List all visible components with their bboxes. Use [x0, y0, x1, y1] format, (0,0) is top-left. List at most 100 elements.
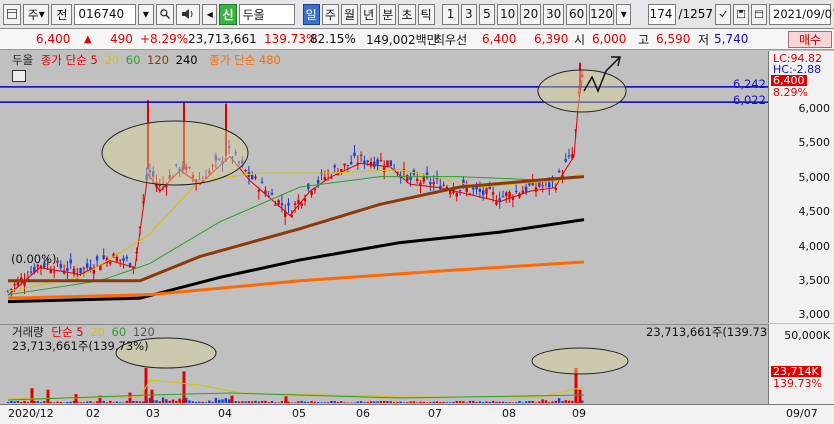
- stock-code-input[interactable]: 016740: [74, 3, 137, 25]
- volume-bar: [435, 401, 439, 403]
- volume-bar: [79, 402, 82, 403]
- calendar-icon[interactable]: [751, 3, 767, 25]
- volume-bar: [142, 401, 145, 403]
- volume-bar: [356, 401, 359, 403]
- interval-60[interactable]: 60: [566, 3, 588, 25]
- candle-body: [270, 192, 274, 195]
- candle-body: [333, 165, 336, 168]
- period-week[interactable]: 주: [321, 3, 339, 25]
- volume-bar: [175, 400, 178, 403]
- candle-body: [548, 182, 551, 188]
- price-axis[interactable]: LC:94.82 HC:-2.88 6,400 8.29% 6,000 5,50…: [768, 51, 834, 323]
- candle-body: [109, 262, 112, 264]
- candle-body: [564, 159, 567, 162]
- volume-bar: [36, 401, 39, 403]
- candle-body: [567, 155, 571, 157]
- candle-body: [508, 191, 511, 198]
- period-minute[interactable]: 분: [379, 3, 397, 25]
- period-second[interactable]: 초: [398, 3, 416, 25]
- x-tick-right: 09/07: [786, 407, 818, 420]
- bar-count-total: /1257: [678, 7, 713, 21]
- volume-bar: [194, 401, 198, 403]
- date-input[interactable]: 2021/09/07: [769, 3, 834, 25]
- candle-body: [290, 215, 293, 218]
- legend-stock-name: 두올: [12, 53, 34, 67]
- code-dropdown-icon[interactable]: ▾: [138, 3, 154, 25]
- candle-body: [274, 204, 277, 206]
- volume-bar: [6, 401, 10, 403]
- volume-bar: [112, 402, 115, 403]
- interval-3[interactable]: 3: [460, 3, 477, 25]
- y-tick: 3,000: [798, 308, 831, 321]
- interval-1[interactable]: 1: [442, 3, 459, 25]
- x-tick: 08: [502, 407, 516, 420]
- chart-layout-icon[interactable]: [3, 3, 21, 25]
- volume-bar: [247, 401, 251, 403]
- volume-axis-top: 50,000K: [784, 329, 830, 342]
- mode-select[interactable]: 전: [51, 3, 73, 25]
- volume-bar: [366, 401, 369, 403]
- interval-5[interactable]: 5: [478, 3, 496, 25]
- volume-bar: [293, 402, 297, 403]
- hline-label-2: 6,022: [733, 93, 766, 107]
- candle-body: [442, 184, 445, 186]
- interval-30[interactable]: 30: [543, 3, 565, 25]
- candle-body: [505, 192, 508, 197]
- volume-bar: [462, 401, 465, 403]
- candle-body: [465, 188, 468, 192]
- volume-bar: [511, 402, 515, 403]
- volume-axis[interactable]: 50,000K 23,714K 139.73%: [768, 324, 834, 404]
- interval-120[interactable]: 120: [589, 3, 615, 25]
- candle-body: [416, 178, 419, 181]
- save-icon[interactable]: [733, 3, 749, 25]
- bar-count-input[interactable]: 174: [648, 3, 677, 25]
- candle-body: [359, 154, 363, 156]
- period-month[interactable]: 월: [340, 3, 359, 25]
- favorite-icon[interactable]: [715, 3, 731, 25]
- volume-bar: [508, 402, 511, 403]
- volume-bar: [320, 402, 323, 403]
- period-day[interactable]: 일: [302, 3, 320, 25]
- interval-20[interactable]: 20: [520, 3, 542, 25]
- candle-body: [515, 190, 518, 192]
- y-tick: 3,500: [798, 274, 831, 287]
- volume-bar: [125, 400, 128, 403]
- prev-stock-icon[interactable]: ◂: [202, 3, 218, 25]
- volume-bar: [439, 401, 442, 403]
- volume-bar: [237, 401, 241, 403]
- volume-bar: [89, 401, 92, 403]
- volume-bar: [524, 401, 528, 403]
- candle-body: [10, 288, 13, 290]
- period-year[interactable]: 년: [360, 3, 378, 25]
- chart-toolbar: 주 ▾ 전 016740 ▾ ◂ 신 두올 일 주 월 년 분 초 틱 1 3 5…: [0, 0, 834, 29]
- market-select[interactable]: 주 ▾: [23, 3, 50, 25]
- volume-bar: [359, 401, 363, 403]
- candle-body: [82, 267, 86, 269]
- trade-amount: 149,002백만: [366, 32, 438, 47]
- interval-10[interactable]: 10: [497, 3, 519, 25]
- candle-body: [122, 258, 125, 261]
- open-price: 6,000: [592, 32, 627, 46]
- candle-body: [53, 271, 56, 273]
- volume-bar: [16, 400, 20, 403]
- volume-bar: [369, 401, 373, 403]
- buy-button[interactable]: 매수: [788, 31, 832, 48]
- search-icon[interactable]: [155, 3, 174, 25]
- x-tick: 06: [356, 407, 370, 420]
- time-axis[interactable]: 2020/12 02 03 04 05 06 07 08 09 09/07: [0, 404, 834, 424]
- price-chart[interactable]: [0, 51, 768, 323]
- volume-right-label: 23,713,661주(139.73%): [646, 325, 783, 339]
- volume-bar: [241, 401, 244, 403]
- volume-bar: [495, 401, 498, 403]
- interval-more-icon[interactable]: ▾: [616, 3, 632, 25]
- sound-icon[interactable]: [175, 3, 201, 25]
- period-tick[interactable]: 틱: [417, 3, 435, 25]
- candle-body: [317, 180, 320, 184]
- volume-spike: [30, 388, 34, 403]
- volume-spike: [182, 371, 186, 403]
- grid-toggle-icon[interactable]: [12, 70, 26, 82]
- volume-bar: [155, 400, 158, 403]
- candle-body: [343, 163, 346, 166]
- hts-chart-window: 주 ▾ 전 016740 ▾ ◂ 신 두올 일 주 월 년 분 초 틱 1 3 5…: [0, 0, 834, 424]
- volume-bar: [544, 400, 548, 403]
